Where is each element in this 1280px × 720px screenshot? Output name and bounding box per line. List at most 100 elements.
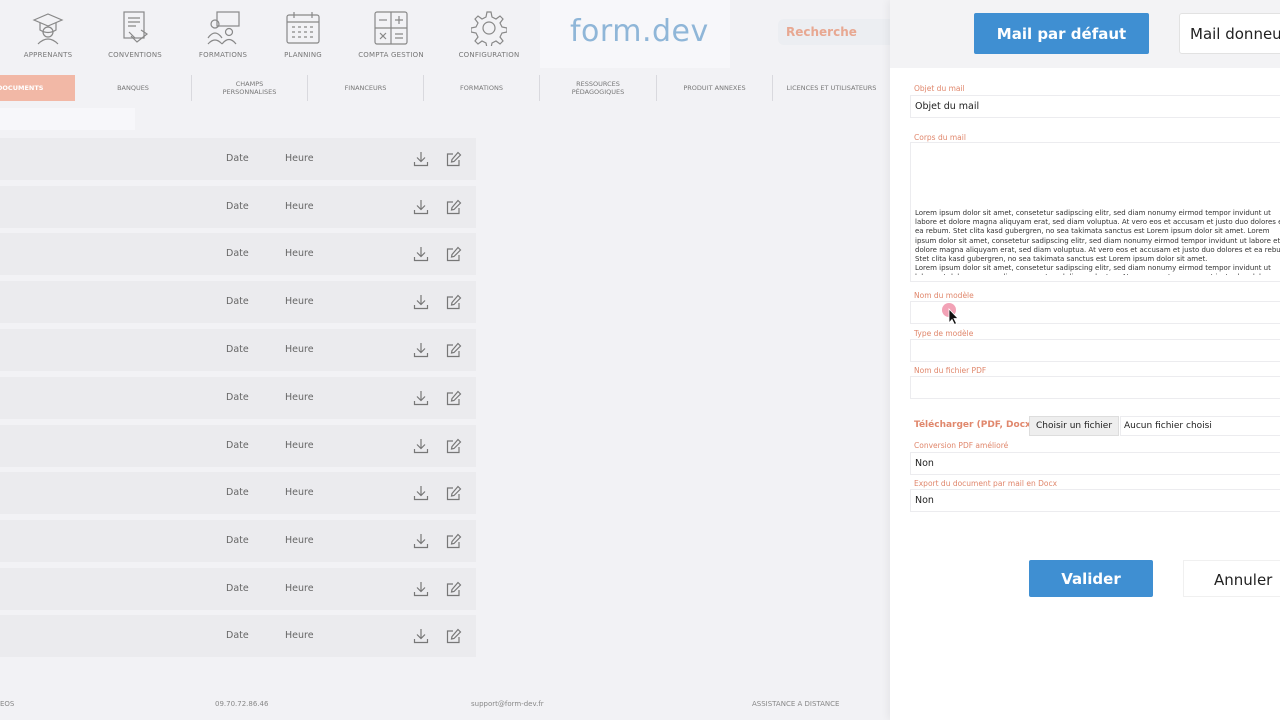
row-date: Date <box>226 392 249 403</box>
objet-input[interactable]: Objet du mail <box>910 95 1280 118</box>
tab-champs-personnalises[interactable]: CHAMPS PERSONNALISES <box>192 75 308 101</box>
footer-email[interactable]: support@form-dev.fr <box>471 700 544 708</box>
corps-textarea[interactable]: Lorem ipsum dolor sit amet, consetetur s… <box>910 142 1280 282</box>
handshake-document-icon <box>123 11 149 43</box>
mail-template-panel: Mail par défaut Mail donneur Objet du ma… <box>890 0 1280 720</box>
calculator-icon <box>374 11 408 45</box>
edit-icon[interactable] <box>446 438 462 454</box>
row-date: Date <box>226 583 249 594</box>
table-row[interactable]: Date Heure <box>0 281 476 323</box>
table-row[interactable]: Date Heure <box>0 186 476 228</box>
nav-item-planning[interactable]: PLANNING <box>258 10 348 59</box>
edit-icon[interactable] <box>446 342 462 358</box>
footer-remote-assistance[interactable]: ASSISTANCE A DISTANCE <box>752 700 839 708</box>
row-time: Heure <box>285 296 314 307</box>
edit-icon[interactable] <box>446 294 462 310</box>
type-modele-input[interactable] <box>910 339 1280 362</box>
nav-item-formations[interactable]: FORMATIONS <box>178 10 268 59</box>
nav-item-conventions[interactable]: CONVENTIONS <box>90 10 180 59</box>
download-icon[interactable] <box>413 294 429 310</box>
mouse-cursor-icon <box>942 303 959 325</box>
tab-produit-annexes[interactable]: PRODUIT ANNEXES <box>657 75 773 101</box>
gear-icon <box>471 11 507 46</box>
edit-icon[interactable] <box>446 151 462 167</box>
nav-item-apprenants[interactable]: APPRENANTS <box>3 10 93 59</box>
upload-label: Télécharger (PDF, Docx) <box>914 420 1035 430</box>
edit-icon[interactable] <box>446 199 462 215</box>
download-icon[interactable] <box>413 628 429 644</box>
tab-documents[interactable]: DOCUMENTS <box>0 75 75 101</box>
table-row[interactable]: Date Heure <box>0 520 476 562</box>
tab-formations[interactable]: FORMATIONS <box>424 75 540 101</box>
download-icon[interactable] <box>413 390 429 406</box>
edit-icon[interactable] <box>446 581 462 597</box>
download-icon[interactable] <box>413 485 429 501</box>
download-icon[interactable] <box>413 151 429 167</box>
row-time: Heure <box>285 440 314 451</box>
nav-item-configuration[interactable]: CONFIGURATION <box>444 10 534 59</box>
row-time: Heure <box>285 153 314 164</box>
row-date: Date <box>226 535 249 546</box>
row-date: Date <box>226 248 249 259</box>
conversion-select[interactable]: Non <box>910 452 1280 475</box>
nom-pdf-input[interactable] <box>910 376 1280 399</box>
app-logo[interactable]: form.dev <box>570 14 709 49</box>
table-row[interactable]: Date Heure <box>0 233 476 275</box>
row-date: Date <box>226 201 249 212</box>
footer: EOS 09.70.72.86.46 support@form-dev.fr A… <box>0 690 890 718</box>
objet-label: Objet du mail <box>914 84 965 93</box>
row-time: Heure <box>285 535 314 546</box>
row-date: Date <box>226 344 249 355</box>
tab-banques[interactable]: BANQUES <box>75 75 192 101</box>
cancel-button[interactable]: Annuler <box>1183 560 1280 597</box>
edit-icon[interactable] <box>446 533 462 549</box>
table-row[interactable]: Date Heure <box>0 615 476 657</box>
tab-financeurs[interactable]: FINANCEURS <box>308 75 424 101</box>
mail-default-button[interactable]: Mail par défaut <box>974 13 1149 54</box>
export-select[interactable]: Non <box>910 489 1280 512</box>
edit-icon[interactable] <box>446 246 462 262</box>
nom-modele-label: Nom du modèle <box>914 291 974 300</box>
edit-icon[interactable] <box>446 485 462 501</box>
table-row[interactable]: Date Heure <box>0 377 476 419</box>
row-date: Date <box>226 296 249 307</box>
download-icon[interactable] <box>413 438 429 454</box>
edit-icon[interactable] <box>446 628 462 644</box>
tab-licences-utilisateurs[interactable]: LICENCES ET UTILISATEURS <box>773 75 890 101</box>
mail-donneur-button[interactable]: Mail donneur <box>1179 13 1280 54</box>
tab-ressources-pedagogiques[interactable]: RESSOURCES PÉDAGOGIQUES <box>540 75 657 101</box>
row-time: Heure <box>285 630 314 641</box>
download-icon[interactable] <box>413 246 429 262</box>
nav-item-compta-gestion[interactable]: COMPTA GESTION <box>346 10 436 59</box>
file-status: Aucun fichier choisi <box>1120 416 1280 436</box>
edit-icon[interactable] <box>446 390 462 406</box>
download-icon[interactable] <box>413 199 429 215</box>
graduate-icon <box>32 13 64 45</box>
choose-file-button[interactable]: Choisir un fichier <box>1029 416 1119 436</box>
footer-phone: 09.70.72.86.46 <box>215 700 269 708</box>
download-icon[interactable] <box>413 581 429 597</box>
row-time: Heure <box>285 487 314 498</box>
corps-label: Corps du mail <box>914 133 966 142</box>
row-time: Heure <box>285 583 314 594</box>
download-icon[interactable] <box>413 342 429 358</box>
panel-header: Mail par défaut Mail donneur <box>890 0 1280 68</box>
calendar-icon <box>286 12 320 44</box>
row-date: Date <box>226 153 249 164</box>
download-icon[interactable] <box>413 533 429 549</box>
row-time: Heure <box>285 344 314 355</box>
filter-input[interactable] <box>0 108 135 130</box>
row-date: Date <box>226 440 249 451</box>
row-time: Heure <box>285 201 314 212</box>
table-row[interactable]: Date Heure <box>0 568 476 610</box>
table-row[interactable]: Date Heure <box>0 138 476 180</box>
table-row[interactable]: Date Heure <box>0 425 476 467</box>
table-row[interactable]: Date Heure <box>0 329 476 371</box>
search-input[interactable]: Recherche <box>778 19 890 45</box>
top-navigation: APPRENANTS CONVENTIONS FORMATIONS PLANNI… <box>0 0 890 68</box>
table-row[interactable]: Date Heure <box>0 472 476 514</box>
validate-button[interactable]: Valider <box>1029 560 1153 597</box>
nom-modele-input[interactable] <box>910 301 1280 324</box>
corps-text: Lorem ipsum dolor sit amet, consetetur s… <box>915 209 1280 275</box>
nom-pdf-label: Nom du fichier PDF <box>914 366 987 375</box>
